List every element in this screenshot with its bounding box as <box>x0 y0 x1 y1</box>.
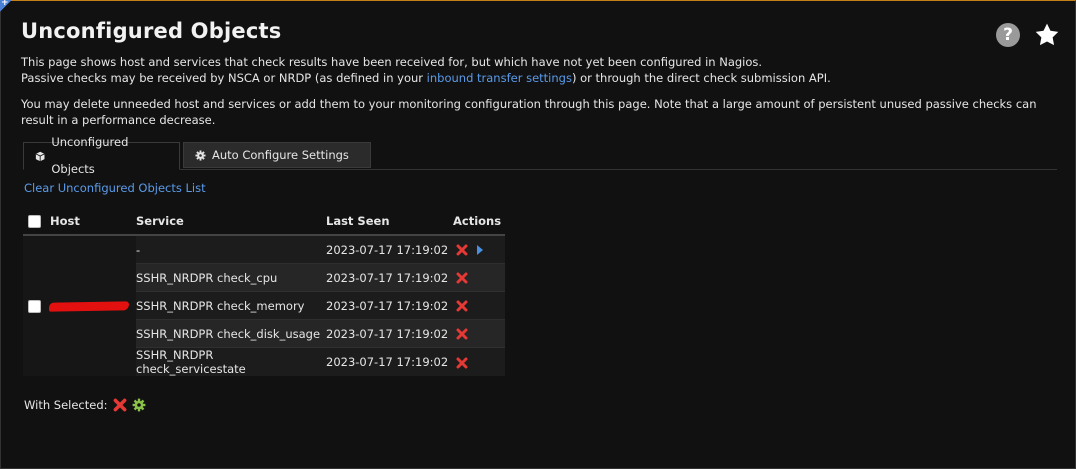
description-line-2: Passive checks may be received by NSCA o… <box>21 70 831 86</box>
page-title: Unconfigured Objects <box>21 19 282 43</box>
gear-icon <box>195 149 206 161</box>
service-name: SSHR_NRDPR check_memory <box>136 291 326 320</box>
service-name: SSHR_NRDPR check_cpu <box>136 263 326 292</box>
description-2: You may delete unneeded host and service… <box>21 97 1037 127</box>
actions-cell <box>453 347 505 376</box>
delete-icon[interactable] <box>456 357 468 369</box>
actions-cell <box>453 291 505 320</box>
last-seen: 2023-07-17 17:19:02 <box>326 234 453 264</box>
service-name: - <box>136 234 326 264</box>
actions-cell <box>453 319 505 348</box>
host-name-cell <box>48 234 136 376</box>
with-selected-label: With Selected: <box>24 398 108 412</box>
tab-bar: Unconfigured Objects Auto Configure Sett… <box>23 135 1057 176</box>
unconfigured-objects-table: Host Service Last Seen Actions - 2023-07… <box>23 207 505 376</box>
actions-cell <box>453 234 505 264</box>
tab-auto-configure-settings[interactable]: Auto Configure Settings <box>183 142 371 168</box>
table-row: - 2023-07-17 17:19:02 <box>23 234 505 376</box>
configure-selected-gear-icon[interactable] <box>132 398 146 412</box>
description-line-1: This page shows host and services that c… <box>21 55 763 69</box>
top-icons: ? <box>996 22 1060 48</box>
service-name: SSHR_NRDPR check_disk_usage <box>136 319 326 348</box>
delete-icon[interactable] <box>456 244 468 256</box>
tab-label: Auto Configure Settings <box>212 147 349 162</box>
delete-icon[interactable] <box>456 272 468 284</box>
redacted-host-name <box>48 300 130 312</box>
tab-unconfigured-objects[interactable]: Unconfigured Objects <box>23 135 180 176</box>
plus-icon[interactable]: + <box>0 0 12 12</box>
star-icon[interactable] <box>1034 22 1060 48</box>
select-all-cell <box>23 207 50 236</box>
with-selected-bar: With Selected: <box>24 398 146 412</box>
last-seen: 2023-07-17 17:19:02 <box>326 291 453 320</box>
inbound-transfer-settings-link[interactable]: inbound transfer settings <box>427 71 572 85</box>
cube-icon <box>35 151 45 161</box>
configure-arrow-icon[interactable] <box>476 244 484 256</box>
header-actions: Actions <box>453 207 505 236</box>
table-header-row: Host Service Last Seen Actions <box>23 207 505 236</box>
last-seen: 2023-07-17 17:19:02 <box>326 347 453 376</box>
delete-selected-icon[interactable] <box>113 398 127 412</box>
header-host: Host <box>50 207 136 236</box>
service-name: SSHR_NRDPR check_servicestate <box>136 347 326 376</box>
delete-icon[interactable] <box>456 300 468 312</box>
desc-text: Passive checks may be received by NSCA o… <box>21 71 427 85</box>
last-seen: 2023-07-17 17:19:02 <box>326 263 453 292</box>
last-seen: 2023-07-17 17:19:02 <box>326 319 453 348</box>
header-last-seen: Last Seen <box>326 207 453 236</box>
host-checkbox-cell <box>23 234 50 376</box>
host-checkbox[interactable] <box>28 300 41 313</box>
header-service: Service <box>136 207 326 236</box>
tab-label: Unconfigured Objects <box>51 135 129 176</box>
description-1: This page shows host and services that c… <box>21 54 831 86</box>
help-icon[interactable]: ? <box>996 23 1020 47</box>
desc-text: ) or through the direct check submission… <box>571 71 831 85</box>
clear-unconfigured-objects-link[interactable]: Clear Unconfigured Objects List <box>24 181 206 195</box>
actions-cell <box>453 263 505 292</box>
delete-icon[interactable] <box>456 328 468 340</box>
select-all-checkbox[interactable] <box>28 214 41 228</box>
